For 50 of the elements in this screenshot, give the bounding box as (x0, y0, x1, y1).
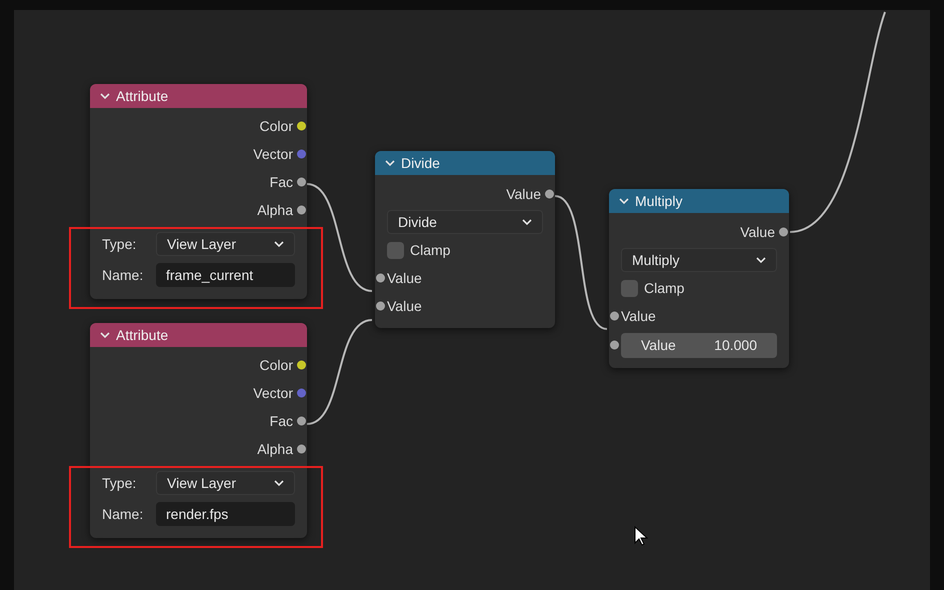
field-label: Name: (102, 266, 144, 284)
field-label: Type: (102, 234, 138, 254)
socket-label: Value (621, 306, 656, 326)
socket-label: Value (387, 268, 422, 288)
socket-label: Alpha (257, 200, 293, 220)
socket-label: Vector (253, 384, 293, 402)
node-panel[interactable]: Attribute Color Vector Fac Alpha Type: View Layer Name: render.fps (90, 323, 307, 538)
node-header[interactable]: Divide (375, 151, 555, 175)
socket-label: Fac (270, 172, 293, 192)
value-field[interactable]: Value 10.000 (621, 332, 777, 358)
node-panel[interactable]: Attribute Color Vector Fac Alpha Type: View Layer Name: frame_current (90, 84, 307, 299)
socket-label: Color (260, 116, 293, 136)
node-header[interactable]: Attribute (90, 84, 307, 108)
socket-label: Fac (270, 412, 293, 430)
chevron-down-icon (522, 218, 532, 226)
chevron-down-icon (274, 240, 284, 248)
chevron-down-icon (619, 198, 629, 204)
checkbox[interactable] (387, 242, 404, 258)
node-title: Multiply (635, 192, 682, 211)
node-title: Divide (401, 154, 440, 172)
socket-label: Value (387, 296, 422, 316)
dropdown[interactable]: Divide (387, 210, 543, 234)
node-title: Attribute (116, 326, 168, 344)
chevron-down-icon (100, 92, 110, 100)
socket-label: Color (260, 356, 293, 374)
chevron-down-icon (385, 160, 395, 166)
field-label: Type: (102, 474, 138, 493)
text-field[interactable]: render.fps (156, 502, 295, 526)
mouse-pointer-icon (634, 526, 648, 546)
chevron-down-icon (100, 332, 110, 338)
node-panel[interactable]: Divide Value Divide Clamp Value Value (375, 151, 555, 328)
node-editor-canvas[interactable] (14, 10, 930, 590)
dropdown[interactable]: View Layer (156, 232, 295, 256)
node-title: Attribute (116, 86, 168, 106)
text-field[interactable]: frame_current (156, 263, 295, 287)
field-label: Name: (102, 504, 144, 524)
node-header[interactable]: Multiply (609, 189, 789, 213)
checkbox-label: Clamp (644, 278, 684, 298)
checkbox[interactable] (621, 280, 638, 296)
socket-label: Value (506, 184, 541, 204)
node-header[interactable]: Attribute (90, 323, 307, 347)
socket-label: Alpha (257, 440, 293, 459)
checkbox-label: Clamp (410, 240, 450, 260)
socket-label: Value (740, 222, 775, 242)
chevron-down-icon (274, 480, 284, 486)
node-panel[interactable]: Multiply Value Multiply Clamp Value Value 10.000 (609, 189, 789, 368)
dropdown[interactable]: Multiply (621, 248, 777, 272)
socket-label: Vector (253, 144, 293, 164)
dropdown[interactable]: View Layer (156, 471, 295, 495)
chevron-down-icon (756, 256, 766, 264)
